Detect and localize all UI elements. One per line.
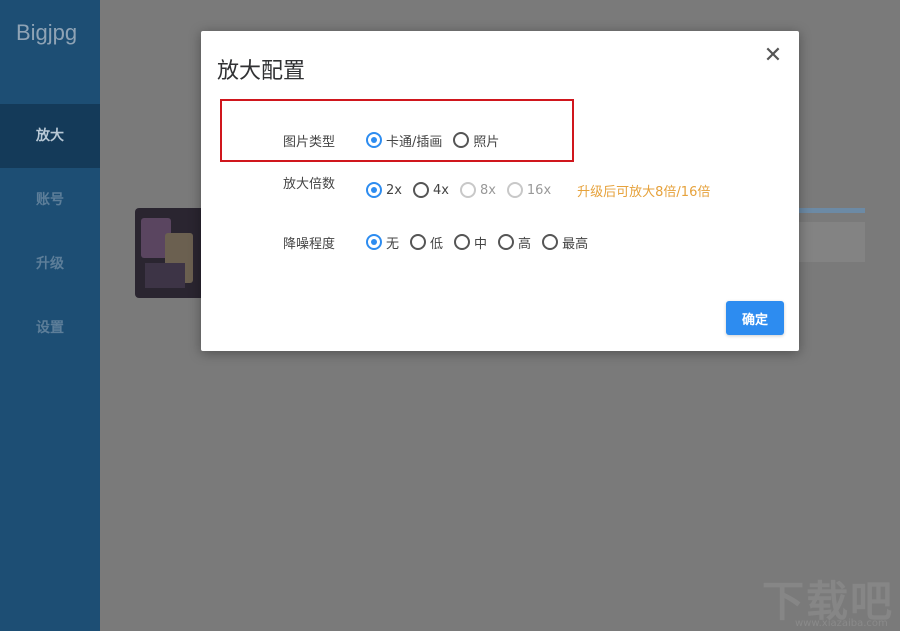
- radio-label: 中: [474, 236, 488, 252]
- upgrade-note: 升级后可放大8倍/16倍: [577, 184, 711, 200]
- radio-label: 8x: [479, 182, 496, 198]
- radio-cartoon[interactable]: 卡通/插画: [366, 131, 442, 150]
- radio-16x[interactable]: 16x: [506, 182, 552, 198]
- radio-label: 无: [386, 236, 400, 252]
- radio-high[interactable]: 高: [498, 233, 531, 252]
- radio-2x[interactable]: 2x: [366, 182, 402, 198]
- radio-checked-icon: [366, 234, 382, 250]
- radio-label: 高: [518, 236, 532, 252]
- radio-unchecked-icon: [498, 234, 515, 250]
- radio-8x[interactable]: 8x: [459, 182, 496, 198]
- sidebar-item-enlarge[interactable]: 放大: [0, 104, 100, 168]
- noise-label: 降噪程度: [283, 236, 336, 252]
- radio-low[interactable]: 低: [410, 233, 443, 252]
- radio-highest[interactable]: 最高: [542, 233, 588, 252]
- file-row: [798, 222, 865, 262]
- scale-row: 放大倍数 2x 4x 8x 16x 升级后可放大8倍/16倍: [201, 177, 799, 202]
- radio-medium[interactable]: 中: [454, 233, 487, 252]
- radio-checked-icon: [366, 182, 382, 198]
- radio-none[interactable]: 无: [366, 233, 399, 252]
- sidebar-item-settings[interactable]: 设置: [0, 296, 100, 360]
- watermark-url: www.xiazaiba.com: [795, 618, 888, 629]
- radio-label: 低: [430, 236, 444, 252]
- sidebar: Bigjpg 放大 账号 升级 设置: [0, 0, 100, 631]
- sidebar-item-upgrade[interactable]: 升级: [0, 232, 100, 296]
- scale-label: 放大倍数: [283, 177, 336, 192]
- close-icon[interactable]: ✕: [761, 44, 785, 68]
- radio-disabled-icon: [506, 182, 523, 198]
- radio-label: 2x: [386, 182, 402, 198]
- radio-unchecked-icon: [542, 234, 559, 250]
- confirm-button[interactable]: 确定: [726, 301, 784, 335]
- radio-label: 16x: [526, 182, 552, 198]
- radio-checked-icon: [366, 132, 382, 148]
- sidebar-item-account[interactable]: 账号: [0, 168, 100, 232]
- radio-unchecked-icon: [410, 234, 427, 250]
- dialog-title: 放大配置: [217, 59, 306, 84]
- radio-label: 4x: [432, 182, 449, 198]
- image-type-label: 图片类型: [283, 134, 336, 150]
- app-logo: Bigjpg: [16, 20, 78, 45]
- radio-unchecked-icon: [412, 182, 429, 198]
- image-type-row: 图片类型 卡通/插画 照片: [201, 128, 799, 152]
- radio-disabled-icon: [459, 182, 476, 198]
- radio-label: 照片: [473, 134, 500, 150]
- radio-photo[interactable]: 照片: [453, 131, 499, 150]
- upload-progress-bar: [798, 208, 865, 213]
- radio-unchecked-icon: [453, 132, 470, 148]
- config-dialog: 放大配置 ✕ 图片类型 卡通/插画 照片 放大倍数 2x 4x 8x 16x 升…: [201, 31, 799, 351]
- radio-unchecked-icon: [454, 234, 471, 250]
- radio-4x[interactable]: 4x: [412, 182, 449, 198]
- radio-label: 卡通/插画: [386, 134, 443, 150]
- radio-label: 最高: [562, 236, 589, 252]
- noise-row: 降噪程度 无 低 中 高 最高: [201, 230, 799, 254]
